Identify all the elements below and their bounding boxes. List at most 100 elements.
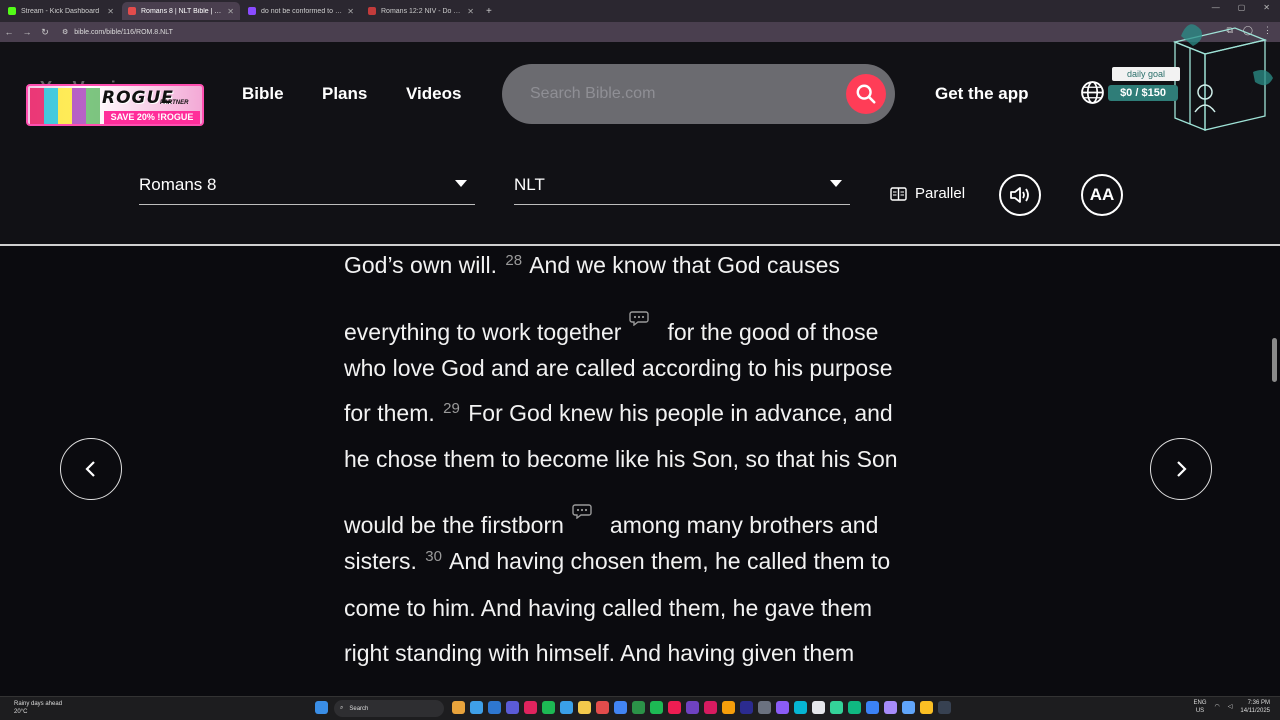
pinned-app-icon[interactable] bbox=[848, 701, 861, 714]
verse-text: who love God and are called according to… bbox=[344, 355, 893, 381]
book-chapter-select[interactable]: Romans 8 bbox=[139, 172, 475, 205]
chevron-right-icon bbox=[1177, 461, 1187, 477]
taskbar-search[interactable]: ⌕ Search bbox=[334, 700, 444, 717]
version-select[interactable]: NLT bbox=[514, 172, 850, 205]
maximize-button[interactable]: ▢ bbox=[1238, 3, 1246, 12]
clock-time: 7:36 PM bbox=[1247, 700, 1270, 706]
close-window-button[interactable]: ✕ bbox=[1263, 3, 1270, 12]
pinned-app-icon[interactable] bbox=[470, 701, 483, 714]
pinned-app-icon[interactable] bbox=[686, 701, 699, 714]
new-tab-button[interactable]: + bbox=[486, 6, 492, 17]
clock[interactable]: 7:36 PM 14/11/2025 bbox=[1240, 699, 1270, 715]
tab-favicon-icon bbox=[128, 7, 136, 15]
verse-text: would be the firstborn bbox=[344, 512, 564, 538]
pinned-app-icon[interactable] bbox=[524, 701, 537, 714]
pinned-app-icon[interactable] bbox=[938, 701, 951, 714]
pinned-app-icon[interactable] bbox=[902, 701, 915, 714]
browser-tab[interactable]: Stream - Kick Dashboard ✕ bbox=[2, 2, 120, 20]
footnote-icon[interactable] bbox=[629, 310, 650, 326]
back-icon[interactable]: ← bbox=[0, 27, 18, 37]
verse-text: for the good of those bbox=[667, 319, 879, 345]
pinned-app-icon[interactable] bbox=[758, 701, 771, 714]
verse-text: he chose them to become like his Son, so… bbox=[344, 446, 898, 472]
pinned-app-icon[interactable] bbox=[884, 701, 897, 714]
nav-plans[interactable]: Plans bbox=[322, 84, 367, 104]
pinned-app-icon[interactable] bbox=[488, 701, 501, 714]
system-tray: ENG US ◠ ◁ 7:36 PM 14/11/2025 bbox=[1194, 699, 1270, 715]
globe-icon[interactable] bbox=[1080, 80, 1105, 105]
pinned-app-icon[interactable] bbox=[560, 701, 573, 714]
passage-line: for them. 29 For God knew his people in … bbox=[344, 400, 893, 427]
url-field[interactable]: ⚙ bible.com/bible/116/ROM.8.NLT bbox=[62, 28, 173, 37]
pinned-app-icon[interactable] bbox=[614, 701, 627, 714]
search-icon bbox=[856, 84, 876, 104]
pinned-app-icon[interactable] bbox=[632, 701, 645, 714]
language-code: ENG bbox=[1193, 700, 1207, 706]
pinned-app-icon[interactable] bbox=[506, 701, 519, 714]
wifi-icon[interactable]: ◠ bbox=[1215, 703, 1220, 711]
passage-line: right standing with himself. And having … bbox=[344, 640, 854, 667]
pinned-app-icon[interactable] bbox=[740, 701, 753, 714]
search-button[interactable] bbox=[846, 74, 886, 114]
site-info-icon[interactable]: ⚙ bbox=[62, 28, 68, 36]
tab-close-icon[interactable]: ✕ bbox=[347, 7, 354, 16]
pinned-app-icon[interactable] bbox=[830, 701, 843, 714]
promo-code: SAVE 20% !ROGUE bbox=[104, 111, 200, 124]
parallel-toggle[interactable]: Parallel bbox=[890, 185, 965, 202]
tab-close-icon[interactable]: ✕ bbox=[227, 7, 234, 16]
reload-icon[interactable]: ↻ bbox=[36, 27, 54, 38]
search-input[interactable] bbox=[530, 82, 830, 106]
pinned-app-icon[interactable] bbox=[668, 701, 681, 714]
pinned-app-icon[interactable] bbox=[452, 701, 465, 714]
previous-chapter-button[interactable] bbox=[60, 438, 122, 500]
next-chapter-button[interactable] bbox=[1150, 438, 1212, 500]
nav-bible[interactable]: Bible bbox=[242, 84, 284, 104]
page-scrollbar[interactable] bbox=[1272, 338, 1277, 382]
pinned-app-icon[interactable] bbox=[920, 701, 933, 714]
browser-tab[interactable]: do not be conformed to this world ✕ bbox=[242, 2, 360, 20]
pinned-app-icon[interactable] bbox=[794, 701, 807, 714]
minimize-button[interactable]: — bbox=[1212, 3, 1220, 12]
start-icon[interactable] bbox=[315, 701, 328, 714]
pinned-app-icon[interactable] bbox=[812, 701, 825, 714]
verse-text: God’s own will. bbox=[344, 252, 497, 278]
forward-icon[interactable]: → bbox=[18, 27, 36, 37]
browser-address-bar: ← → ↻ ⚙ bible.com/bible/116/ROM.8.NLT ⧉ … bbox=[0, 22, 1280, 42]
nav-videos[interactable]: Videos bbox=[406, 84, 461, 104]
verse-text: everything to work together bbox=[344, 319, 622, 345]
verse-number: 30 bbox=[425, 548, 442, 565]
verse-number: 29 bbox=[443, 400, 460, 417]
pinned-app-icon[interactable] bbox=[578, 701, 591, 714]
verse-text: For God knew his people in advance, and bbox=[468, 400, 893, 426]
browser-tab[interactable]: Romans 8 | NLT Bible | YouVersion ✕ bbox=[122, 2, 240, 20]
verse-text: for them. bbox=[344, 400, 435, 426]
pinned-apps bbox=[452, 701, 951, 714]
pinned-app-icon[interactable] bbox=[866, 701, 879, 714]
passage-line: come to him. And having called them, he … bbox=[344, 595, 872, 622]
verse-text: come to him. And having called them, he … bbox=[344, 595, 873, 621]
chevron-left-icon bbox=[85, 461, 95, 477]
browser-tab[interactable]: Romans 12:2 NIV - Do not conform ✕ bbox=[362, 2, 480, 20]
passage-line: who love God and are called according to… bbox=[344, 355, 893, 382]
tab-close-icon[interactable]: ✕ bbox=[467, 7, 474, 16]
passage-line: he chose them to become like his Son, so… bbox=[344, 446, 898, 473]
tab-close-icon[interactable]: ✕ bbox=[107, 7, 114, 16]
verse-text: And we know that God causes bbox=[529, 252, 840, 278]
pinned-app-icon[interactable] bbox=[596, 701, 609, 714]
font-settings-button[interactable]: AA bbox=[1081, 174, 1123, 216]
browser-tab-bar: Stream - Kick Dashboard ✕ Romans 8 | NLT B… bbox=[0, 0, 1280, 22]
pinned-app-icon[interactable] bbox=[704, 701, 717, 714]
passage-line: sisters. 30 And having chosen them, he c… bbox=[344, 548, 890, 575]
weather-widget[interactable]: Rainy days ahead 20°C bbox=[14, 700, 62, 716]
audio-button[interactable] bbox=[999, 174, 1041, 216]
tab-title: do not be conformed to this world bbox=[261, 7, 342, 15]
get-app-link[interactable]: Get the app bbox=[935, 84, 1029, 104]
pinned-app-icon[interactable] bbox=[650, 701, 663, 714]
pinned-app-icon[interactable] bbox=[542, 701, 555, 714]
language-indicator[interactable]: ENG US bbox=[1194, 699, 1207, 715]
pinned-app-icon[interactable] bbox=[722, 701, 735, 714]
tab-favicon-icon bbox=[248, 7, 256, 15]
pinned-app-icon[interactable] bbox=[776, 701, 789, 714]
footnote-icon[interactable] bbox=[572, 503, 592, 519]
volume-icon[interactable]: ◁ bbox=[1228, 703, 1233, 711]
